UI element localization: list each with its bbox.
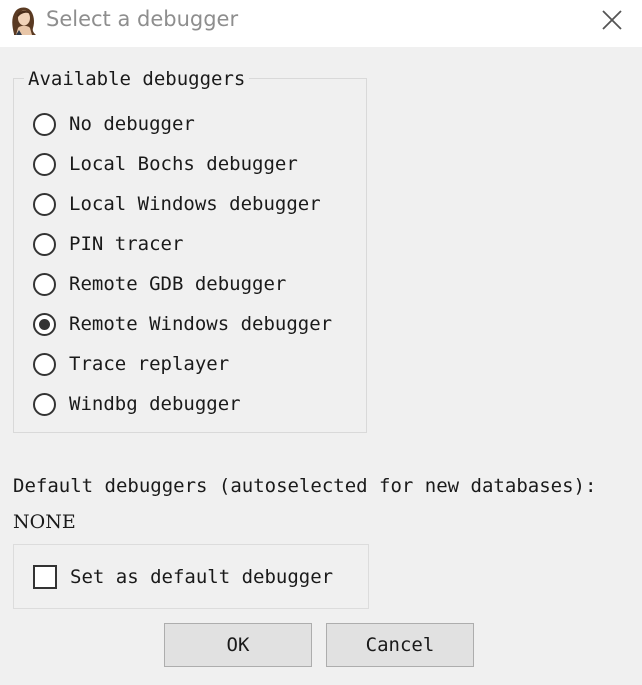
radio-label: PIN tracer — [69, 233, 184, 255]
window-title: Select a debugger — [46, 7, 239, 31]
ok-button[interactable]: OK — [164, 623, 312, 667]
radio-button-selected[interactable] — [33, 312, 56, 336]
radio-button[interactable] — [33, 232, 56, 256]
cancel-button[interactable]: Cancel — [326, 623, 474, 667]
ida-portrait-icon — [12, 7, 36, 36]
radio-label: Trace replayer — [69, 353, 230, 375]
set-default-label: Set as default debugger — [70, 566, 334, 588]
radio-button[interactable] — [33, 152, 56, 176]
radio-remote-gdb-debugger[interactable]: Remote GDB debugger — [33, 269, 286, 299]
radio-windbg-debugger[interactable]: Windbg debugger — [33, 389, 241, 419]
radio-button[interactable] — [33, 112, 56, 136]
radio-button[interactable] — [33, 392, 56, 416]
radio-remote-windows-debugger[interactable]: Remote Windows debugger — [33, 309, 332, 339]
group-title: Available debuggers — [24, 66, 250, 92]
radio-local-windows-debugger[interactable]: Local Windows debugger — [33, 189, 321, 219]
radio-label: Local Windows debugger — [69, 193, 321, 215]
radio-label: Remote GDB debugger — [69, 273, 287, 295]
radio-button[interactable] — [33, 192, 56, 216]
radio-button[interactable] — [33, 352, 56, 376]
set-default-checkbox-row[interactable]: Set as default debugger — [33, 562, 333, 592]
radio-button[interactable] — [33, 272, 56, 296]
radio-label: Remote Windows debugger — [69, 313, 333, 335]
title-bar: Select a debugger — [0, 0, 642, 47]
default-debuggers-value: NONE — [13, 511, 76, 533]
radio-label: Local Bochs debugger — [69, 153, 298, 175]
close-icon[interactable] — [600, 8, 624, 32]
default-debuggers-heading: Default debuggers (autoselected for new … — [13, 475, 597, 497]
set-default-panel: Set as default debugger — [13, 544, 369, 609]
radio-pin-tracer[interactable]: PIN tracer — [33, 229, 183, 259]
radio-trace-replayer[interactable]: Trace replayer — [33, 349, 229, 379]
set-default-checkbox[interactable] — [33, 565, 57, 589]
radio-no-debugger[interactable]: No debugger — [33, 109, 195, 139]
radio-local-bochs-debugger[interactable]: Local Bochs debugger — [33, 149, 298, 179]
available-debuggers-group: Available debuggers No debugger Local Bo… — [13, 66, 367, 433]
radio-label: No debugger — [69, 113, 195, 135]
radio-label: Windbg debugger — [69, 393, 241, 415]
